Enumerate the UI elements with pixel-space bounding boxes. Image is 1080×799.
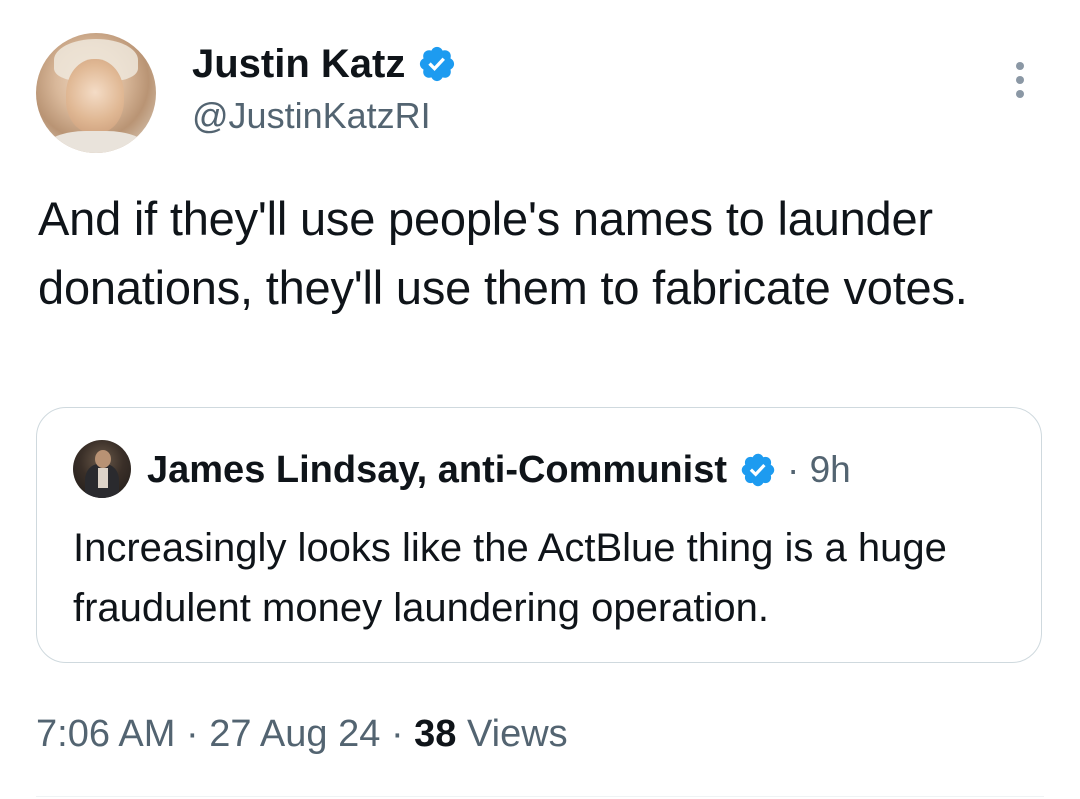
- more-dot: [1016, 62, 1024, 70]
- quoted-avatar-shirt: [98, 468, 108, 488]
- tweet-date[interactable]: 27 Aug 24: [209, 713, 380, 755]
- quoted-tweet-header: James Lindsay, anti-Communist · 9h: [147, 448, 851, 492]
- author-name-row[interactable]: Justin Katz: [192, 40, 457, 88]
- author-handle[interactable]: @JustinKatzRI: [192, 94, 431, 138]
- meta-separator: ·: [390, 713, 404, 755]
- tweet-timestamp[interactable]: 7:06 AM: [36, 713, 175, 755]
- more-dot: [1016, 76, 1024, 84]
- quoted-tweet-time[interactable]: · 9h: [787, 448, 851, 492]
- quoted-author-name[interactable]: James Lindsay, anti-Communist: [147, 448, 727, 492]
- more-dot: [1016, 90, 1024, 98]
- more-vertical-icon[interactable]: [1008, 62, 1032, 102]
- avatar-shirt: [46, 131, 146, 153]
- views-count[interactable]: 38: [414, 713, 456, 755]
- divider: [36, 796, 1044, 797]
- quoted-author-avatar[interactable]: [73, 440, 131, 498]
- tweet-meta: 7:06 AM · 27 Aug 24 · 38 Views: [36, 711, 568, 757]
- author-name[interactable]: Justin Katz: [192, 40, 405, 88]
- views-label[interactable]: Views: [467, 713, 568, 755]
- meta-separator: ·: [185, 713, 199, 755]
- verified-badge-icon: [741, 453, 775, 487]
- tweet-text: And if they'll use people's names to lau…: [38, 192, 968, 314]
- avatar-face: [66, 59, 124, 133]
- quoted-tweet-card[interactable]: James Lindsay, anti-Communist · 9h Incre…: [36, 407, 1042, 663]
- verified-badge-icon: [420, 46, 455, 82]
- author-avatar[interactable]: [36, 33, 156, 153]
- quoted-tweet-text: Increasingly looks like the ActBlue thin…: [73, 526, 947, 630]
- quoted-avatar-head: [95, 450, 111, 468]
